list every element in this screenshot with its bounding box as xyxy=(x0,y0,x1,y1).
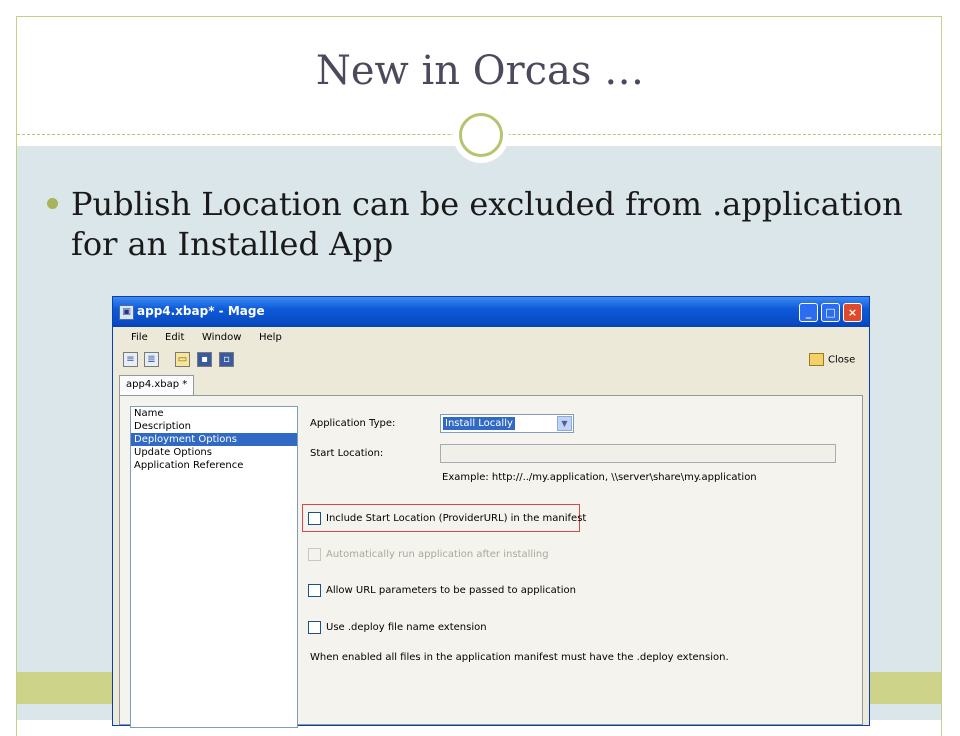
application-type-label: Application Type: xyxy=(310,418,396,429)
menu-edit[interactable]: Edit xyxy=(165,332,184,343)
mage-app-icon[interactable]: ▣ xyxy=(119,305,134,320)
menu-window[interactable]: Window xyxy=(202,332,241,343)
start-location-input[interactable] xyxy=(440,444,836,463)
example-text: Example: http://../my.application, \\ser… xyxy=(442,472,757,483)
application-type-select[interactable]: Install Locally ▼ xyxy=(440,414,574,433)
slide-title: New in Orcas … xyxy=(315,48,645,94)
options-list[interactable]: Name Description Deployment Options Upda… xyxy=(130,406,298,728)
auto-run-label: Automatically run application after inst… xyxy=(326,549,549,560)
close-folder-icon xyxy=(809,353,824,366)
tab-panel: Name Description Deployment Options Upda… xyxy=(119,395,863,728)
toolbar: ≡ ≣ ▭ ▪ ▫ Close xyxy=(113,349,869,371)
new-deployment-manifest-icon[interactable]: ≣ xyxy=(144,352,159,367)
include-start-location-label[interactable]: Include Start Location (ProviderURL) in … xyxy=(326,513,586,524)
window-title: app4.xbap* - Mage xyxy=(137,304,265,318)
allow-url-params-label[interactable]: Allow URL parameters to be passed to app… xyxy=(326,585,576,596)
bullet-icon xyxy=(47,198,58,209)
menu-file[interactable]: File xyxy=(131,332,148,343)
save-all-icon[interactable]: ▫ xyxy=(219,352,234,367)
minimize-button[interactable]: _ xyxy=(799,303,818,322)
menu-bar: File Edit Window Help xyxy=(113,327,869,347)
include-start-location-checkbox[interactable] xyxy=(308,512,321,525)
auto-run-checkbox[interactable] xyxy=(308,548,321,561)
save-icon[interactable]: ▪ xyxy=(197,352,212,367)
window-titlebar[interactable]: ▣ app4.xbap* - Mage _ □ × xyxy=(113,297,869,327)
use-deploy-extension-label[interactable]: Use .deploy file name extension xyxy=(326,622,487,633)
use-deploy-extension-checkbox[interactable] xyxy=(308,621,321,634)
list-item-name[interactable]: Name xyxy=(131,407,297,420)
bullet-text: Publish Location can be excluded from .a… xyxy=(71,185,903,263)
toolbar-close-label: Close xyxy=(828,354,856,366)
allow-url-params-checkbox[interactable] xyxy=(308,584,321,597)
menu-help[interactable]: Help xyxy=(259,332,282,343)
toolbar-close-button[interactable]: Close xyxy=(809,353,855,369)
list-item-application-reference[interactable]: Application Reference xyxy=(131,459,297,472)
tab-app4-xbap[interactable]: app4.xbap * xyxy=(119,375,195,395)
list-item-deployment-options[interactable]: Deployment Options xyxy=(131,433,297,446)
chevron-down-icon[interactable]: ▼ xyxy=(557,416,572,431)
application-type-value: Install Locally xyxy=(443,417,515,430)
mage-window: ▣ app4.xbap* - Mage _ □ × File Edit Wind… xyxy=(112,296,870,728)
new-application-manifest-icon[interactable]: ≡ xyxy=(123,352,138,367)
close-window-button[interactable]: × xyxy=(843,303,862,322)
divider-ring xyxy=(459,113,503,157)
document-tabs: app4.xbap * xyxy=(119,375,863,395)
deploy-note: When enabled all files in the applicatio… xyxy=(310,652,729,663)
maximize-button[interactable]: □ xyxy=(821,303,840,322)
start-location-label: Start Location: xyxy=(310,448,384,459)
list-item-update-options[interactable]: Update Options xyxy=(131,446,297,459)
list-item-description[interactable]: Description xyxy=(131,420,297,433)
open-icon[interactable]: ▭ xyxy=(175,352,190,367)
